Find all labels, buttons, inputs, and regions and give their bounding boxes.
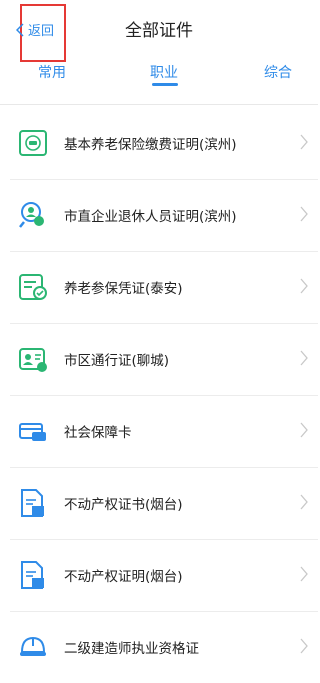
chevron-right-icon bbox=[300, 566, 308, 582]
list-item-label: 不动产权证书(烟台) bbox=[64, 497, 183, 513]
list-item[interactable]: 社会保障卡 bbox=[10, 396, 318, 468]
list-item-label: 基本养老保险缴费证明(滨州) bbox=[64, 137, 237, 153]
chevron-right-icon bbox=[300, 494, 308, 510]
id-card-pass-icon bbox=[19, 348, 47, 372]
list-item[interactable]: 不动产权证明(烟台) bbox=[10, 540, 318, 612]
chevron-right-icon bbox=[300, 638, 308, 654]
page-title: 全部证件 bbox=[125, 21, 193, 41]
list-item-label: 二级建造师执业资格证 bbox=[64, 641, 199, 657]
list-item[interactable]: 市直企业退休人员证明(滨州) bbox=[10, 180, 318, 252]
tab-comprehensive[interactable]: 综合 bbox=[264, 62, 292, 82]
list-item[interactable]: 基本养老保险缴费证明(滨州) bbox=[10, 108, 318, 180]
top-nav-bar: 返回 全部证件 bbox=[0, 0, 318, 62]
list-item-label: 社会保障卡 bbox=[64, 425, 132, 441]
retiree-search-icon bbox=[19, 202, 44, 228]
list-item-label: 不动产权证明(烟台) bbox=[64, 569, 183, 585]
certificate-list: 基本养老保险缴费证明(滨州) 市直企业退休人员证明(滨州) 养老参保凭证(泰安) bbox=[0, 108, 318, 683]
list-item-label: 市区通行证(聊城) bbox=[64, 353, 170, 369]
chevron-right-icon bbox=[300, 278, 308, 294]
list-item[interactable]: 养老参保凭证(泰安) bbox=[10, 252, 318, 324]
list-item[interactable]: 不动产权证书(烟台) bbox=[10, 468, 318, 540]
list-item-label: 养老参保凭证(泰安) bbox=[64, 281, 183, 297]
tab-occupation[interactable]: 职业 bbox=[150, 62, 178, 82]
chevron-right-icon bbox=[300, 134, 308, 150]
chevron-right-icon bbox=[300, 350, 308, 366]
social-security-card-icon bbox=[19, 423, 46, 441]
construction-helmet-icon bbox=[20, 636, 46, 656]
property-certificate-book-icon bbox=[21, 489, 44, 517]
chevron-right-icon bbox=[300, 422, 308, 438]
tab-common[interactable]: 常用 bbox=[38, 62, 66, 82]
category-tabs: 常用 职业 综合 bbox=[0, 56, 318, 96]
chevron-right-icon bbox=[300, 206, 308, 222]
list-item[interactable]: 二级建造师执业资格证 bbox=[10, 612, 318, 683]
list-item-label: 市直企业退休人员证明(滨州) bbox=[64, 209, 237, 225]
divider bbox=[0, 104, 318, 105]
pension-voucher-icon bbox=[19, 274, 47, 300]
insurance-certificate-icon bbox=[19, 130, 47, 156]
property-proof-document-icon bbox=[21, 561, 44, 589]
active-tab-indicator bbox=[152, 83, 178, 86]
list-item[interactable]: 市区通行证(聊城) bbox=[10, 324, 318, 396]
